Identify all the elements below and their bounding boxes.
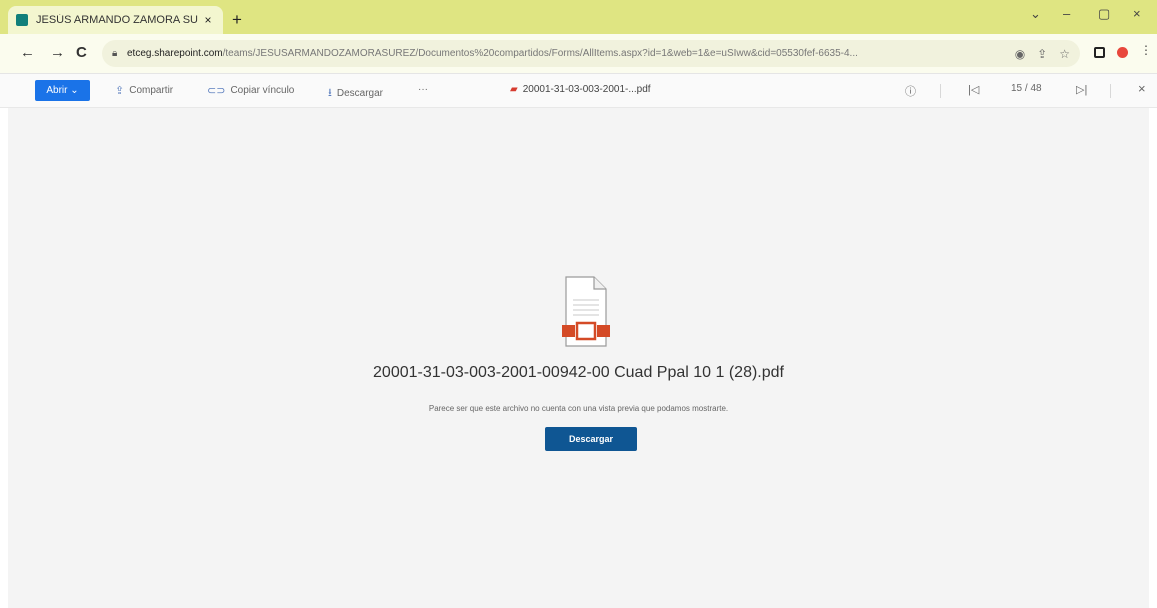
share-icon: ⇪ — [115, 85, 125, 97]
address-bar-row: ← → C 🔒︎ etceg.sharepoint.com/teams/JESU… — [0, 34, 1157, 74]
url-text[interactable]: etceg.sharepoint.com/teams/JESUSARMANDOZ… — [127, 48, 1003, 59]
toolbar-separator — [940, 84, 941, 98]
file-title: 20001-31-03-003-2001-00942-00 Cuad Ppal … — [373, 364, 784, 381]
file-name-label: 20001-31-03-003-2001-...pdf — [522, 84, 651, 95]
tab-title: JESÚS ARMANDO ZAMORA SU — [36, 14, 198, 26]
previous-file-button[interactable]: |◁ — [968, 83, 979, 96]
page-indicator: 15 / 48 — [1011, 83, 1042, 94]
bookmark-star-icon[interactable]: ☆ — [1059, 47, 1070, 61]
url-path: /teams/JESUSARMANDOZAMORASUREZ/Documento… — [222, 48, 858, 59]
open-button[interactable]: Abrir ⌄ — [35, 80, 90, 101]
window-close-button[interactable]: × — [1133, 6, 1141, 21]
back-button[interactable]: ← — [20, 44, 35, 61]
minimize-button[interactable]: – — [1063, 6, 1070, 21]
close-viewer-button[interactable]: × — [1138, 81, 1146, 96]
pdf-file-icon: ▰ — [510, 84, 518, 95]
new-tab-button[interactable]: + — [232, 10, 242, 30]
next-file-button[interactable]: ▷| — [1076, 83, 1087, 96]
browser-tab[interactable]: JESÚS ARMANDO ZAMORA SU × — [8, 6, 223, 34]
extension-icon[interactable] — [1117, 47, 1128, 58]
download-button[interactable]: Descargar — [545, 427, 637, 451]
link-icon: ⊂⊃ — [207, 85, 226, 97]
maximize-button[interactable]: ▢ — [1098, 6, 1110, 22]
download-icon: ⭳ — [328, 87, 332, 99]
browser-tab-strip: JESÚS ARMANDO ZAMORA SU × + ⌄ – ▢ × — [0, 0, 1157, 34]
lock-icon: 🔒︎ — [112, 48, 118, 59]
share-page-icon[interactable]: ⇪ — [1037, 47, 1047, 61]
info-icon[interactable]: ⓘ — [905, 83, 916, 99]
url-host: etceg.sharepoint.com — [127, 48, 223, 59]
more-options-button[interactable]: ··· — [418, 84, 428, 95]
tab-close-icon[interactable]: × — [201, 13, 215, 27]
eye-off-icon[interactable]: ◉ — [1015, 47, 1025, 61]
toolbar-separator — [1110, 84, 1111, 98]
preview-area: 20001-31-03-003-2001-00942-00 Cuad Ppal … — [8, 108, 1149, 608]
forward-button[interactable]: → — [50, 44, 65, 61]
no-preview-message: Parece ser que este archivo no cuenta co… — [428, 404, 729, 413]
reload-button[interactable]: C — [76, 44, 87, 61]
viewer-toolbar: Abrir ⌄ ⇪ Compartir ⊂⊃ Copiar vínculo ⭳ … — [0, 74, 1157, 108]
share-button[interactable]: ⇪ Compartir — [115, 84, 173, 97]
copy-link-button[interactable]: ⊂⊃ Copiar vínculo — [207, 84, 294, 97]
tab-search-icon[interactable]: ⌄ — [1030, 6, 1041, 22]
sidebar-toggle-icon[interactable] — [1094, 47, 1105, 58]
sharepoint-favicon-icon — [16, 14, 28, 26]
download-toolbar-button[interactable]: ⭳ Descargar — [328, 84, 383, 103]
share-label: Compartir — [129, 85, 174, 96]
browser-menu-icon[interactable]: ⋮ — [1140, 43, 1152, 57]
file-preview-icon — [562, 276, 610, 347]
address-bar[interactable]: 🔒︎ etceg.sharepoint.com/teams/JESUSARMAN… — [102, 40, 1080, 67]
copy-link-label: Copiar vínculo — [230, 85, 295, 96]
download-toolbar-label: Descargar — [336, 88, 383, 99]
file-name: ▰ 20001-31-03-003-2001-...pdf — [510, 84, 651, 95]
